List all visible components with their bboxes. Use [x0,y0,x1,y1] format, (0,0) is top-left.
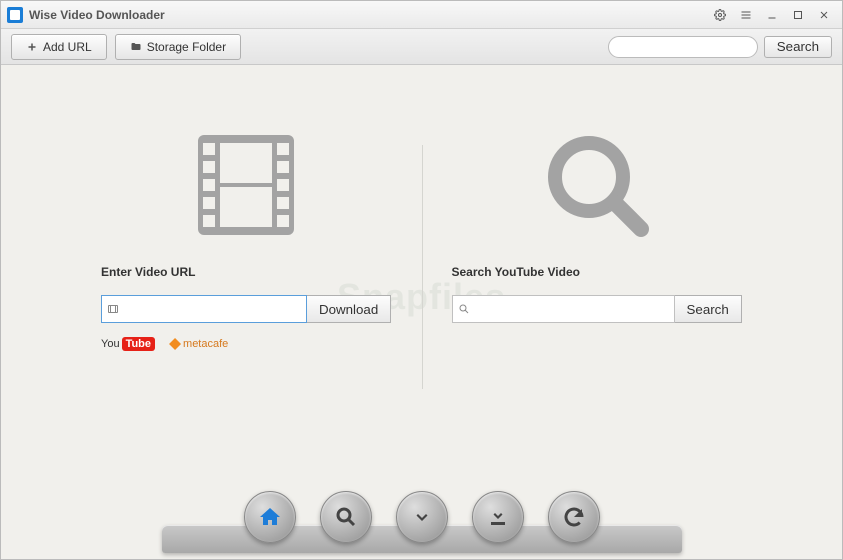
toolbar: Add URL Storage Folder Search [1,29,842,65]
youtube-search-button[interactable]: Search [675,295,742,323]
toolbar-search-button[interactable]: Search [764,36,832,58]
dock-refresh-button[interactable] [548,491,600,543]
enter-url-label: Enter Video URL [101,265,195,279]
toolbar-search-input[interactable] [608,36,758,58]
dock-search-button[interactable] [320,491,372,543]
youtube-search-input[interactable] [452,295,675,323]
search-youtube-label: Search YouTube Video [452,265,580,279]
metacafe-brand: metacafe [169,338,228,350]
main-content: Snapfiles Enter Video URL [1,65,842,559]
add-url-label: Add URL [43,40,92,54]
search-panel: Search YouTube Video Search [422,125,773,439]
film-icon [186,125,306,245]
dock-home-button[interactable] [244,491,296,543]
download-button[interactable]: Download [307,295,391,323]
titlebar: Wise Video Downloader [1,1,842,29]
supported-brands: YouTube metacafe [101,337,228,351]
url-field-row: Download [101,295,391,323]
app-icon [7,7,23,23]
youtube-brand: YouTube [101,337,155,351]
storage-folder-label: Storage Folder [147,40,226,54]
toolbar-search-group: Search [608,36,832,58]
dock-download-button[interactable] [396,491,448,543]
url-panel: Enter Video URL Download YouTube metacaf… [71,125,422,439]
dock-download-folder-button[interactable] [472,491,524,543]
minimize-icon[interactable] [760,6,784,24]
dock [204,479,640,549]
folder-icon [130,41,142,53]
window-controls [706,6,836,24]
close-icon[interactable] [812,6,836,24]
magnifier-icon [537,125,657,245]
video-url-input[interactable] [101,295,307,323]
storage-folder-button[interactable]: Storage Folder [115,34,241,60]
app-window: Wise Video Downloader Add URL [0,0,843,560]
maximize-icon[interactable] [786,6,810,24]
search-small-icon [458,303,470,315]
settings-icon[interactable] [708,6,732,24]
plus-icon [26,41,38,53]
menu-icon[interactable] [734,6,758,24]
app-title: Wise Video Downloader [29,8,706,22]
search-field-row: Search [452,295,742,323]
film-small-icon [107,303,119,315]
add-url-button[interactable]: Add URL [11,34,107,60]
